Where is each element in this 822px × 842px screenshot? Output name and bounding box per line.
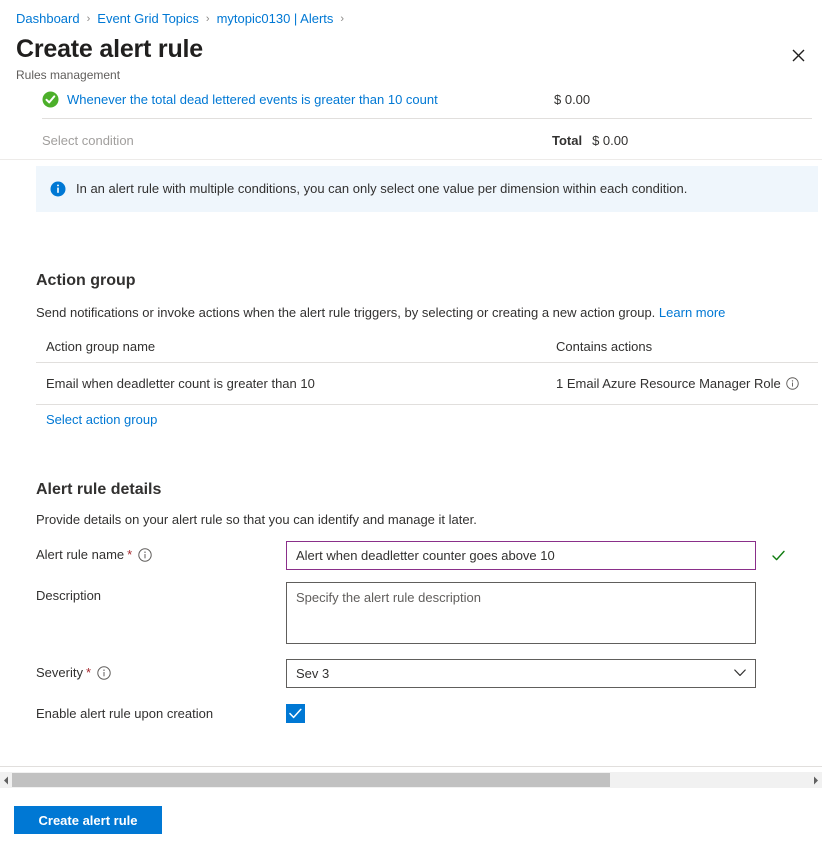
scrollbar-track[interactable] bbox=[12, 772, 810, 788]
condition-divider bbox=[42, 118, 812, 119]
info-icon bbox=[50, 181, 66, 197]
select-condition-row: Select condition Total $ 0.00 bbox=[42, 128, 812, 152]
learn-more-link[interactable]: Learn more bbox=[659, 305, 725, 320]
enable-alert-rule-label: Enable alert rule upon creation bbox=[36, 700, 286, 728]
create-alert-rule-button[interactable]: Create alert rule bbox=[14, 806, 162, 834]
breadcrumb-item-event-grid-topics[interactable]: Event Grid Topics bbox=[97, 10, 199, 28]
breadcrumb-separator-icon: › bbox=[87, 10, 91, 28]
alert-rule-name-row: Alert rule name * bbox=[36, 541, 796, 570]
severity-label: Severity * bbox=[36, 659, 286, 687]
info-icon[interactable] bbox=[138, 548, 152, 562]
column-header-contains-actions: Contains actions bbox=[556, 339, 808, 354]
enable-alert-rule-checkbox[interactable] bbox=[286, 704, 305, 723]
alert-rule-name-label-text: Alert rule name bbox=[36, 541, 124, 569]
severity-label-text: Severity bbox=[36, 659, 83, 687]
footer-divider bbox=[0, 766, 822, 767]
condition-price: $ 0.00 bbox=[554, 92, 590, 107]
section-divider bbox=[0, 159, 822, 160]
condition-row: Whenever the total dead lettered events … bbox=[42, 86, 812, 112]
cell-contains-actions-text: 1 Email Azure Resource Manager Role bbox=[556, 376, 781, 391]
action-group-table: Action group name Contains actions Email… bbox=[36, 333, 818, 405]
table-row[interactable]: Email when deadletter count is greater t… bbox=[36, 363, 818, 405]
green-check-icon bbox=[42, 91, 59, 108]
scroll-right-arrow-icon[interactable] bbox=[810, 772, 822, 788]
required-marker: * bbox=[127, 541, 132, 569]
condition-total: Total $ 0.00 bbox=[552, 133, 628, 148]
severity-field: Sev 3 bbox=[286, 659, 796, 688]
action-group-description: Send notifications or invoke actions whe… bbox=[36, 304, 725, 322]
select-action-group-link[interactable]: Select action group bbox=[46, 412, 157, 427]
close-button[interactable] bbox=[782, 40, 814, 70]
info-icon[interactable] bbox=[786, 377, 799, 390]
description-label-text: Description bbox=[36, 582, 101, 610]
info-banner-text: In an alert rule with multiple condition… bbox=[76, 180, 687, 198]
info-icon[interactable] bbox=[97, 666, 111, 680]
description-textarea[interactable] bbox=[286, 582, 756, 644]
scroll-left-arrow-icon[interactable] bbox=[0, 772, 12, 788]
table-header-row: Action group name Contains actions bbox=[36, 333, 818, 363]
breadcrumb-separator-icon: › bbox=[206, 10, 210, 28]
column-header-action-group-name: Action group name bbox=[46, 339, 556, 354]
description-label: Description bbox=[36, 582, 286, 610]
severity-row: Severity * Sev 3 bbox=[36, 659, 796, 688]
cell-contains-actions: 1 Email Azure Resource Manager Role bbox=[556, 376, 808, 391]
close-icon bbox=[792, 49, 805, 62]
alert-rule-name-label: Alert rule name * bbox=[36, 541, 286, 569]
description-row: Description bbox=[36, 582, 796, 649]
alert-rule-name-field bbox=[286, 541, 796, 570]
required-marker: * bbox=[86, 659, 91, 687]
footer-bar: Create alert rule bbox=[0, 790, 822, 842]
total-value: $ 0.00 bbox=[592, 133, 628, 148]
action-group-description-text: Send notifications or invoke actions whe… bbox=[36, 305, 655, 320]
scrollbar-thumb[interactable] bbox=[12, 773, 610, 787]
horizontal-scrollbar[interactable] bbox=[0, 772, 822, 788]
action-group-heading: Action group bbox=[36, 272, 136, 290]
breadcrumb: Dashboard › Event Grid Topics › mytopic0… bbox=[16, 10, 806, 28]
total-label: Total bbox=[552, 133, 582, 148]
select-condition-link[interactable]: Select condition bbox=[42, 133, 134, 148]
page-title: Create alert rule bbox=[16, 34, 203, 64]
checkmark-icon bbox=[289, 708, 302, 719]
severity-select-wrap: Sev 3 bbox=[286, 659, 756, 688]
enable-alert-rule-row: Enable alert rule upon creation bbox=[36, 700, 796, 728]
breadcrumb-item-dashboard[interactable]: Dashboard bbox=[16, 10, 80, 28]
valid-check-icon bbox=[771, 548, 786, 563]
cell-action-group-name: Email when deadletter count is greater t… bbox=[46, 376, 556, 391]
create-alert-rule-blade: Dashboard › Event Grid Topics › mytopic0… bbox=[0, 0, 822, 842]
breadcrumb-separator-icon: › bbox=[340, 10, 344, 28]
alert-rule-details-description: Provide details on your alert rule so th… bbox=[36, 511, 477, 529]
breadcrumb-item-mytopic-alerts[interactable]: mytopic0130 | Alerts bbox=[217, 10, 334, 28]
severity-select[interactable]: Sev 3 bbox=[286, 659, 756, 688]
condition-link[interactable]: Whenever the total dead lettered events … bbox=[67, 92, 438, 107]
description-field bbox=[286, 582, 796, 649]
page-subtitle: Rules management bbox=[16, 67, 120, 83]
enable-alert-rule-label-text: Enable alert rule upon creation bbox=[36, 700, 213, 728]
alert-rule-details-heading: Alert rule details bbox=[36, 481, 161, 499]
alert-rule-name-input[interactable] bbox=[286, 541, 756, 570]
enable-alert-rule-field bbox=[286, 700, 796, 723]
info-banner: In an alert rule with multiple condition… bbox=[36, 166, 818, 212]
